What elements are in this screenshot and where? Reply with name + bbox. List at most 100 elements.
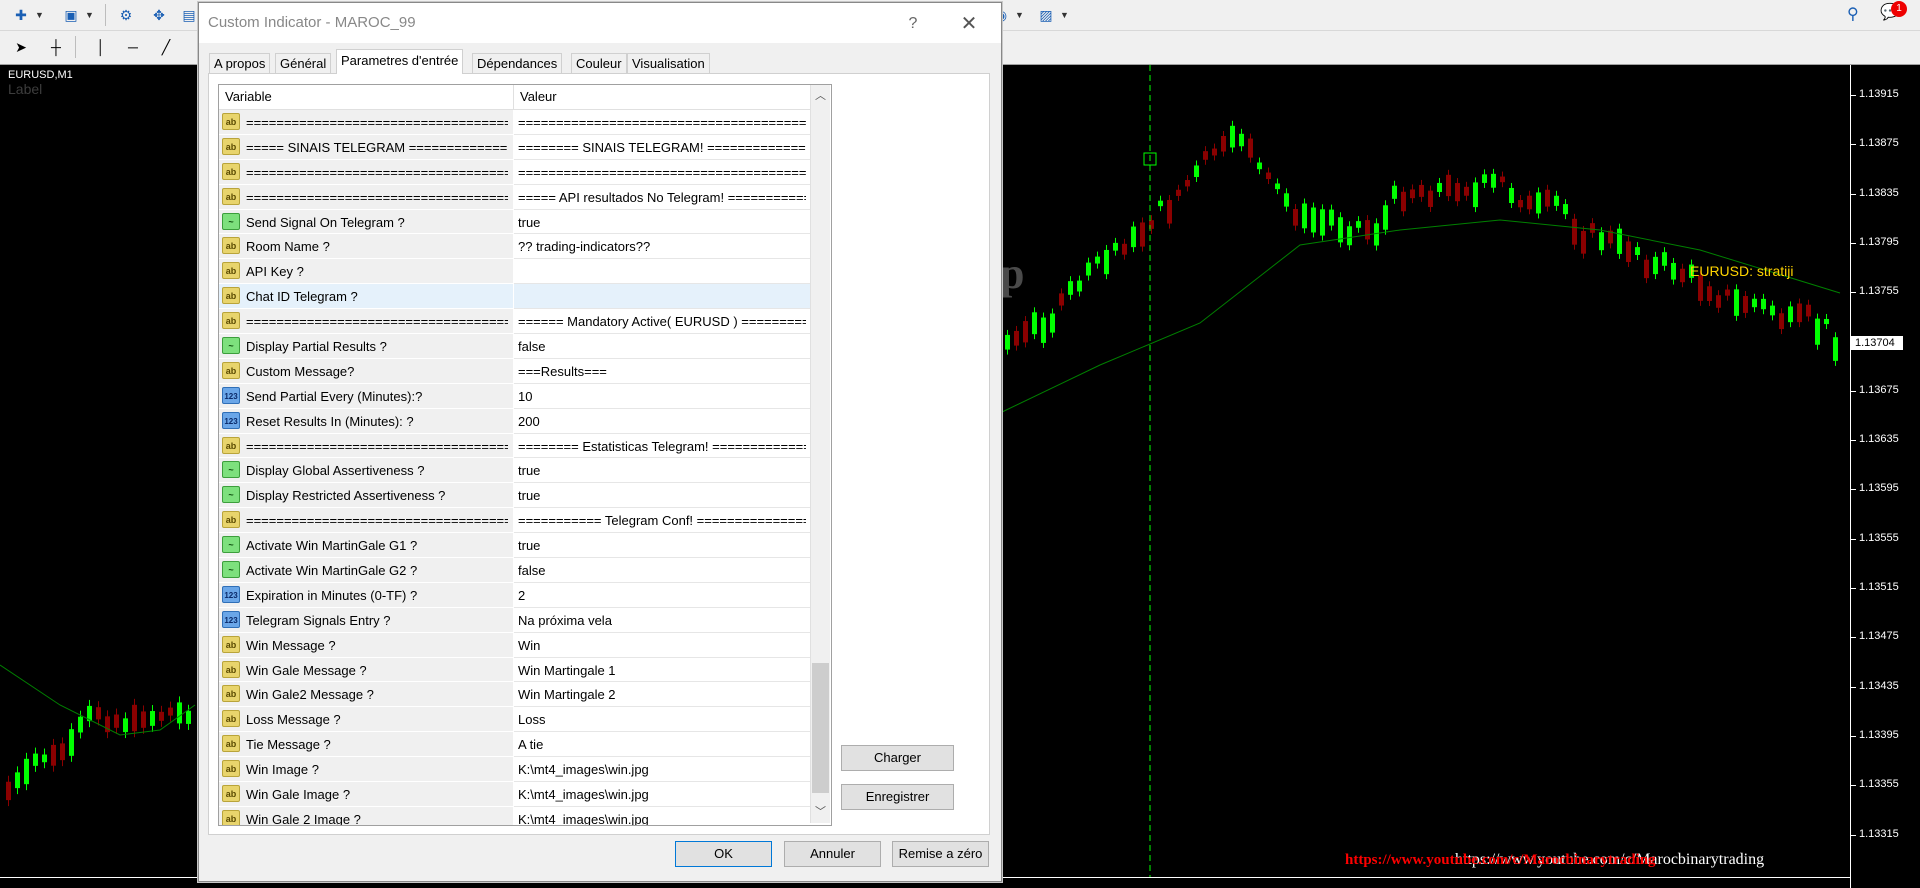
table-row[interactable]: ~ Activate Win MartinGale G1 ? true [219,533,810,559]
parameter-value-cell[interactable]: 2 [514,582,810,608]
parameter-name-cell[interactable]: ab ======================================… [219,184,513,210]
tab-a-propos[interactable]: A propos [209,53,271,73]
scroll-down-icon[interactable]: ﹀ [813,803,828,819]
parameter-value-cell[interactable]: ?? trading-indicators?? [514,234,810,260]
table-row[interactable]: ab Chat ID Telegram ? [219,284,810,310]
parameter-value[interactable]: ======== Estatisticas Telegram! ========… [518,439,806,454]
parameter-value-cell[interactable]: ========================================… [514,110,810,135]
table-row[interactable]: ab Win Gale Image ? K:\mt4_images\win.jpg [219,782,810,807]
parameter-name-cell[interactable]: ab Win Message ? [219,632,513,658]
parameter-value[interactable]: true [518,463,806,478]
table-row[interactable]: ab Loss Message ? Loss [219,707,810,733]
parameter-name-cell[interactable]: ab Room Name ? [219,234,513,260]
table-row[interactable]: ab Win Gale Message ? Win Martingale 1 [219,657,810,683]
horizontal-line-icon[interactable]: ─ [122,36,144,58]
parameter-value[interactable]: 200 [518,414,806,429]
parameter-value-cell[interactable]: Win Martingale 2 [514,682,810,708]
parameter-value-cell[interactable]: A tie [514,732,810,758]
table-row[interactable]: ~ Activate Win MartinGale G2 ? false [219,558,810,583]
table-row[interactable]: ~ Display Partial Results ? false [219,334,810,359]
parameter-value-cell[interactable]: Loss [514,707,810,733]
parameter-name-cell[interactable]: ab ======================================… [219,309,513,335]
parameter-value-cell[interactable]: true [514,209,810,235]
parameter-value-cell[interactable] [514,259,810,285]
parameter-value[interactable]: true [518,215,806,230]
column-divider[interactable] [513,85,514,109]
parameter-value-cell[interactable]: Win Martingale 1 [514,657,810,683]
parameter-name-cell[interactable]: ab ======================================… [219,110,513,135]
parameter-value[interactable]: A tie [518,737,806,752]
parameter-value[interactable]: 10 [518,389,806,404]
parameter-name-cell[interactable]: ab Chat ID Telegram ? [219,284,513,310]
table-row[interactable]: ab ================================== ====… [219,110,810,135]
parameter-value[interactable]: ========================================… [518,115,806,130]
parameter-value[interactable]: false [518,339,806,354]
parameter-value-cell[interactable]: ========================================… [514,159,810,185]
reset-button[interactable]: Remise a zéro [892,841,989,867]
close-button[interactable]: ✕ [954,11,984,37]
parameter-name-cell[interactable]: ab Win Gale Image ? [219,782,513,807]
table-row[interactable]: 123 Telegram Signals Entry ? Na próxima ve… [219,607,810,633]
notifications-icon[interactable]: 💬 1 [1880,1,1907,22]
parameter-name-cell[interactable]: ~ Display Restricted Assertiveness ? [219,483,513,509]
parameter-name-cell[interactable]: ~ Send Signal On Telegram ? [219,209,513,235]
parameter-value[interactable]: Na próxima vela [518,613,806,628]
parameter-name-cell[interactable]: ab Win Gale 2 Image ? [219,806,513,825]
navigator-icon[interactable]: ✥ [148,4,170,26]
parameter-name-cell[interactable]: 123 Send Partial Every (Minutes):? [219,383,513,409]
crosshair-icon[interactable]: ┼ [45,36,67,58]
parameter-value-cell[interactable]: K:\mt4_images\win.jpg [514,782,810,807]
parameter-value-cell[interactable]: K:\mt4_images\win.jpg [514,757,810,783]
profiles-icon[interactable]: ▣ [60,4,82,26]
parameter-name-cell[interactable]: 123 Telegram Signals Entry ? [219,607,513,633]
parameter-value[interactable]: Loss [518,712,806,727]
dialog-titlebar[interactable]: Custom Indicator - MAROC_99 ? ✕ [199,3,1001,43]
parameter-value-cell[interactable] [514,284,810,310]
column-header-variable[interactable]: Variable [225,89,272,104]
parameter-name-cell[interactable]: ~ Display Partial Results ? [219,334,513,359]
parameter-value-cell[interactable]: ====== Mandatory Active( EURUSD ) ======… [514,309,810,335]
parameter-name-cell[interactable]: ab Loss Message ? [219,707,513,733]
parameter-value[interactable]: ===== API resultados No Telegram! ======… [518,190,806,205]
parameter-name-cell[interactable]: ~ Activate Win MartinGale G2 ? [219,558,513,583]
table-row[interactable]: ab Win Message ? Win [219,632,810,658]
vertical-scrollbar[interactable]: ︿ ﹀ [810,85,830,823]
parameter-value-cell[interactable]: ===Results=== [514,358,810,384]
cursor-icon[interactable]: ➤ [10,36,32,58]
cancel-button[interactable]: Annuler [784,841,881,867]
parameter-value[interactable]: 2 [518,588,806,603]
trendline-icon[interactable]: ╱ [155,36,177,58]
tab-visualisation[interactable]: Visualisation [627,53,710,73]
parameter-value-cell[interactable]: 10 [514,383,810,409]
parameter-value-cell[interactable]: K:\mt4_images\win.jpg [514,806,810,825]
table-row[interactable]: ab ===== SINAIS TELEGRAM ============= ===… [219,134,810,160]
new-chart-icon[interactable]: ✚ [10,4,32,26]
table-row[interactable]: 123 Expiration in Minutes (0-TF) ? 2 [219,582,810,608]
parameter-value-cell[interactable]: true [514,483,810,509]
table-row[interactable]: ab Custom Message? ===Results=== [219,358,810,384]
table-row[interactable]: ab Tie Message ? A tie [219,732,810,758]
parameter-value-cell[interactable]: ======== Estatisticas Telegram! ========… [514,433,810,459]
parameter-name-cell[interactable]: ab Win Image ? [219,757,513,783]
help-button[interactable]: ? [899,11,927,37]
parameter-name-cell[interactable]: ~ Display Global Assertiveness ? [219,458,513,484]
parameter-value-cell[interactable]: Na próxima vela [514,607,810,633]
table-row[interactable]: 123 Reset Results In (Minutes): ? 200 [219,408,810,434]
parameter-name-cell[interactable]: ~ Activate Win MartinGale G1 ? [219,533,513,559]
table-row[interactable]: ab Win Image ? K:\mt4_images\win.jpg [219,757,810,783]
parameter-name-cell[interactable]: 123 Reset Results In (Minutes): ? [219,408,513,434]
column-header-value[interactable]: Valeur [520,89,557,104]
tab-parametres-entree[interactable]: Parametres d'entrée [336,49,464,74]
table-row[interactable]: ab Room Name ? ?? trading-indicators?? [219,234,810,260]
chart-template-icon[interactable]: ▨ [1035,4,1057,26]
table-row[interactable]: ab Win Gale 2 Image ? K:\mt4_images\win.jp… [219,806,810,825]
parameter-value[interactable]: Win [518,638,806,653]
ok-button[interactable]: OK [675,841,772,867]
load-button[interactable]: Charger [841,745,954,771]
table-row[interactable]: ab ================================== ====… [219,159,810,185]
table-row[interactable]: ~ Display Global Assertiveness ? true [219,458,810,484]
parameter-value-cell[interactable]: true [514,533,810,559]
parameter-name-cell[interactable]: ab Win Gale2 Message ? [219,682,513,708]
parameter-name-cell[interactable]: ab ======================================… [219,508,513,534]
parameter-value[interactable]: =========== Telegram Conf! =============… [518,513,806,528]
